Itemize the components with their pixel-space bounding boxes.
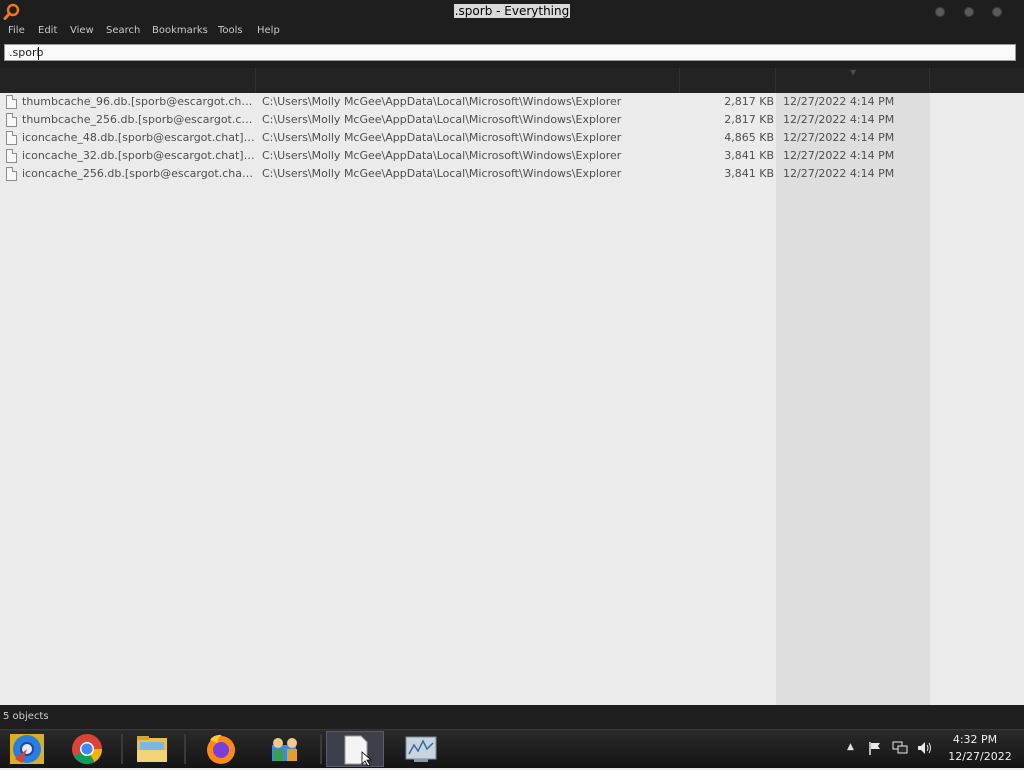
result-date-modified: 12/27/2022 4:14 PM bbox=[783, 113, 895, 126]
result-size: 4,865 KB bbox=[724, 131, 774, 144]
taskbar: ▲ 4:32 PM 12/27/2022 bbox=[0, 729, 1024, 768]
column-header-name[interactable] bbox=[0, 68, 256, 93]
network-users-icon bbox=[272, 738, 297, 761]
object-count: 5 objects bbox=[3, 711, 49, 722]
taskbar-file-explorer[interactable] bbox=[124, 731, 182, 767]
network-icon[interactable] bbox=[892, 741, 908, 755]
file-icon bbox=[6, 95, 17, 109]
result-row[interactable]: thumbcache_96.db.[sporb@escargot.chat].s… bbox=[0, 93, 930, 111]
result-row[interactable]: iconcache_32.db.[sporb@escargot.chat].sp… bbox=[0, 147, 930, 165]
result-path: C:\Users\Molly McGee\AppData\Local\Micro… bbox=[262, 113, 622, 126]
menu-help[interactable]: Help bbox=[257, 25, 280, 36]
clock-time[interactable]: 4:32 PM bbox=[940, 733, 1010, 746]
column-header-path[interactable] bbox=[256, 68, 680, 93]
result-row[interactable]: iconcache_256.db.[sporb@escargot.chat].s… bbox=[0, 165, 930, 183]
folder-icon bbox=[137, 736, 167, 762]
result-size: 2,817 KB bbox=[724, 113, 774, 126]
result-date-modified: 12/27/2022 4:14 PM bbox=[783, 131, 895, 144]
search-bar bbox=[0, 40, 1024, 68]
volume-icon[interactable] bbox=[917, 741, 933, 755]
title-bar: .sporb - Everything bbox=[0, 0, 1024, 24]
result-path: C:\Users\Molly McGee\AppData\Local\Micro… bbox=[262, 131, 622, 144]
menu-edit[interactable]: Edit bbox=[38, 25, 57, 36]
result-name: iconcache_256.db.[sporb@escargot.chat].s… bbox=[22, 167, 256, 180]
result-size: 2,817 KB bbox=[724, 95, 774, 108]
menu-search[interactable]: Search bbox=[106, 25, 140, 36]
taskbar-network-users[interactable] bbox=[256, 731, 314, 767]
taskbar-chromium[interactable] bbox=[0, 731, 58, 767]
result-name: iconcache_48.db.[sporb@escargot.chat].sp… bbox=[22, 131, 256, 144]
menu-tools[interactable]: Tools bbox=[218, 25, 243, 36]
column-header-row: ▼ bbox=[0, 68, 1024, 93]
taskbar-document[interactable] bbox=[326, 731, 384, 767]
result-path: C:\Users\Molly McGee\AppData\Local\Micro… bbox=[262, 167, 622, 180]
file-icon bbox=[6, 167, 17, 181]
result-row[interactable]: thumbcache_256.db.[sporb@escargot.chat].… bbox=[0, 111, 930, 129]
task-manager-icon bbox=[405, 736, 437, 762]
result-size: 3,841 KB bbox=[724, 149, 774, 162]
maximize-button[interactable] bbox=[964, 7, 974, 17]
results-list[interactable]: thumbcache_96.db.[sporb@escargot.chat].s… bbox=[0, 93, 1024, 705]
taskbar-separator bbox=[320, 734, 322, 764]
show-hidden-icons-button[interactable]: ▲ bbox=[847, 742, 854, 752]
chromium-icon bbox=[10, 734, 44, 764]
sorted-column-highlight bbox=[776, 93, 930, 705]
file-icon bbox=[6, 113, 17, 127]
result-date-modified: 12/27/2022 4:14 PM bbox=[783, 167, 895, 180]
minimize-button[interactable] bbox=[935, 7, 945, 17]
column-header-size[interactable] bbox=[680, 68, 776, 93]
window-title: .sporb - Everything bbox=[453, 4, 571, 18]
document-icon bbox=[344, 735, 373, 767]
clock-date[interactable]: 12/27/2022 bbox=[940, 750, 1020, 763]
result-name: thumbcache_256.db.[sporb@escargot.chat].… bbox=[22, 113, 256, 126]
result-name: thumbcache_96.db.[sporb@escargot.chat].s… bbox=[22, 95, 256, 108]
taskbar-chrome[interactable] bbox=[58, 731, 116, 767]
close-button[interactable] bbox=[992, 7, 1002, 17]
taskbar-separator bbox=[184, 734, 186, 764]
taskbar-separator bbox=[121, 734, 123, 764]
file-icon bbox=[6, 131, 17, 145]
result-row[interactable]: iconcache_48.db.[sporb@escargot.chat].sp… bbox=[0, 129, 930, 147]
result-date-modified: 12/27/2022 4:14 PM bbox=[783, 95, 895, 108]
menu-view[interactable]: View bbox=[70, 25, 94, 36]
menu-file[interactable]: File bbox=[8, 25, 25, 36]
firefox-icon bbox=[207, 734, 235, 764]
menu-bar: File Edit View Search Bookmarks Tools He… bbox=[0, 24, 1024, 40]
search-input[interactable] bbox=[4, 44, 1016, 61]
chrome-icon bbox=[72, 734, 102, 765]
result-name: iconcache_32.db.[sporb@escargot.chat].sp… bbox=[22, 149, 256, 162]
result-path: C:\Users\Molly McGee\AppData\Local\Micro… bbox=[262, 95, 622, 108]
menu-bookmarks[interactable]: Bookmarks bbox=[152, 25, 208, 36]
result-size: 3,841 KB bbox=[724, 167, 774, 180]
result-path: C:\Users\Molly McGee\AppData\Local\Micro… bbox=[262, 149, 622, 162]
action-center-flag-icon[interactable] bbox=[868, 741, 882, 755]
file-icon bbox=[6, 149, 17, 163]
taskbar-task-manager[interactable] bbox=[392, 731, 450, 767]
status-bar: 5 objects bbox=[0, 705, 1024, 729]
taskbar-firefox[interactable] bbox=[192, 731, 250, 767]
text-caret bbox=[38, 47, 39, 60]
sort-descending-icon: ▼ bbox=[850, 68, 857, 77]
result-date-modified: 12/27/2022 4:14 PM bbox=[783, 149, 895, 162]
